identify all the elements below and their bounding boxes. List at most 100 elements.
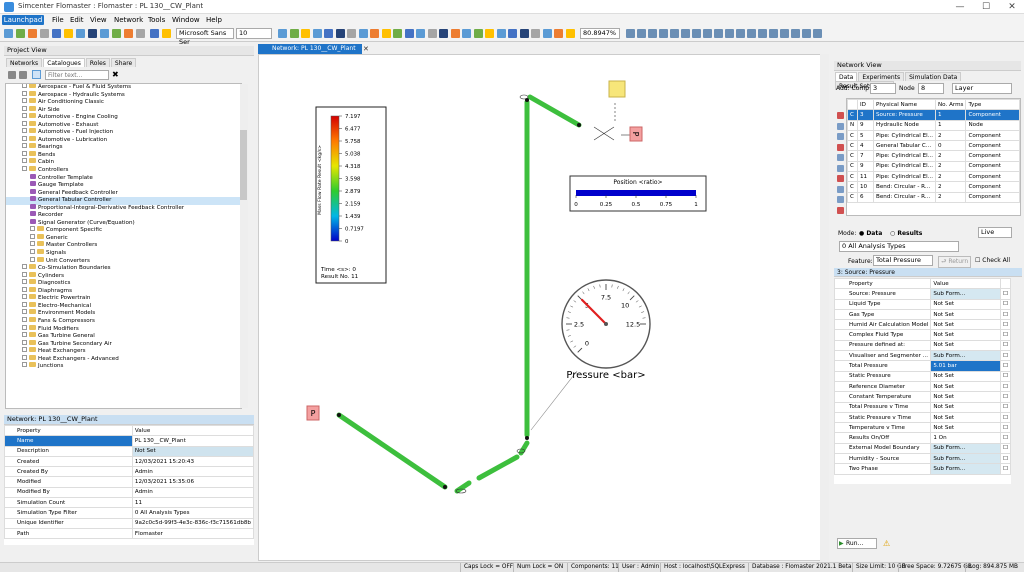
network-tool-icon[interactable] (837, 206, 844, 214)
table-row[interactable]: C 7 Pipe: Cylindrical El... 2 Component (847, 150, 1020, 162)
result-checkbox[interactable]: ☐ (999, 411, 1012, 424)
menu-view[interactable]: View (86, 15, 111, 25)
property-value[interactable]: Not Set (930, 308, 1001, 321)
close-tab-icon[interactable]: ✕ (363, 45, 369, 53)
table-row[interactable]: Description Not Set (4, 445, 255, 457)
property-value[interactable]: Sub Form... (930, 442, 1001, 455)
toolbar-button-icon[interactable] (278, 29, 287, 38)
node-combo[interactable]: 8 (918, 83, 944, 94)
table-row[interactable]: Modified 12/03/2021 15:35:06 (4, 476, 255, 488)
mode-data-radio[interactable]: ● Data (859, 230, 882, 237)
result-checkbox[interactable]: ☐ (999, 380, 1012, 393)
expand-icon[interactable] (22, 339, 27, 345)
live-combo[interactable]: Live (978, 227, 1012, 238)
pressure-gauge[interactable]: 02.557.51012.5 Pressure <bar> (561, 279, 651, 381)
tree-scrollbar-thumb[interactable] (240, 130, 247, 200)
menu-window[interactable]: Window (168, 15, 204, 25)
toolbar-button-icon[interactable] (100, 29, 109, 38)
table-row[interactable]: Humidity - Source Sub Form... ☐ (833, 453, 1012, 465)
node[interactable] (577, 123, 581, 127)
table-row[interactable]: Path Flomaster (4, 527, 255, 540)
toolbar-button-icon[interactable] (370, 29, 379, 38)
expand-icon[interactable] (22, 113, 27, 119)
property-value[interactable]: 12/03/2021 15:35:06 (131, 476, 255, 488)
table-row[interactable]: N 9 Hydraulic Node 1 Node (847, 119, 1020, 131)
table-row[interactable]: Created 12/03/2021 15:20:43 (4, 455, 255, 468)
clear-filter-icon[interactable]: ✖ (112, 70, 119, 79)
toolbar-button-icon[interactable] (40, 29, 49, 38)
property-value[interactable]: Not Set (930, 401, 1001, 413)
toolbar-button-icon[interactable] (780, 29, 789, 38)
tree-item[interactable]: Air Conditioning Classic (6, 98, 241, 107)
toolbar-button-icon[interactable] (150, 29, 159, 38)
tree-item[interactable]: Controllers (6, 166, 241, 175)
add-comp-combo[interactable]: 3 (870, 83, 896, 94)
expand-icon[interactable] (22, 301, 27, 307)
toolbar-button-icon[interactable] (335, 29, 345, 38)
tab-network-document[interactable]: Network: PL 130__CW_Plant (258, 44, 362, 54)
toolbar-button-icon[interactable] (725, 29, 734, 38)
maximize-button[interactable]: ☐ (974, 0, 998, 14)
tree-item[interactable]: Aerospace - Fuel & Fluid Systems (6, 84, 241, 92)
table-row[interactable]: Liquid Type Not Set ☐ (833, 298, 1012, 310)
table-row[interactable]: C 6 Bend: Circular - R... 2 Component (847, 191, 1020, 203)
table-row[interactable]: Temperature v Time Not Set ☐ (833, 422, 1012, 434)
expand-icon[interactable] (22, 128, 27, 134)
result-checkbox[interactable]: ☐ (999, 319, 1012, 331)
expand-icon[interactable] (22, 264, 27, 270)
network-tool-icon[interactable] (837, 122, 844, 130)
toolbar-button-icon[interactable] (813, 29, 822, 38)
table-row[interactable]: Source: Pressure Sub Form... ☐ (833, 288, 1012, 300)
analysis-type-combo[interactable]: 0 All Analysis Types (839, 241, 959, 252)
property-value[interactable]: 12/03/2021 15:20:43 (131, 455, 255, 468)
result-checkbox[interactable]: ☐ (999, 401, 1012, 413)
toolbar-button-icon[interactable] (28, 29, 37, 38)
expand-icon[interactable] (22, 347, 27, 353)
toolbar-button-icon[interactable] (16, 29, 25, 38)
toolbar-button-icon[interactable] (648, 29, 657, 38)
toolbar-button-icon[interactable] (76, 29, 85, 38)
toolbar-button-icon[interactable] (531, 29, 540, 38)
font-family-combo[interactable]: Microsoft Sans Ser (176, 28, 234, 46)
table-row[interactable]: Gas Type Not Set ☐ (833, 308, 1012, 321)
network-tool-icon[interactable] (837, 164, 844, 172)
tree-item[interactable]: Gas Turbine General (6, 332, 241, 341)
tree-item[interactable]: Electro-Mechanical (6, 301, 241, 311)
expand-icon[interactable] (22, 150, 27, 156)
table-row[interactable]: Humid Air Calculation Model Not Set ☐ (833, 319, 1012, 331)
expand-icon[interactable] (22, 354, 27, 360)
toolbar-button-icon[interactable] (162, 29, 171, 38)
toolbar-button-icon[interactable] (554, 29, 563, 38)
toolbar-button-icon[interactable] (714, 29, 723, 38)
property-value[interactable]: Admin (131, 486, 255, 499)
property-value[interactable]: Not Set (930, 380, 1001, 393)
toolbar-button-icon[interactable] (758, 29, 767, 38)
network-canvas[interactable]: P P Mass Flow Rate Result <kg/s> 7.197 6.… (258, 54, 829, 561)
expand-icon[interactable] (22, 309, 27, 315)
layer-combo[interactable]: Layer (952, 83, 1012, 94)
toolbar-button-icon[interactable] (692, 29, 701, 38)
return-button[interactable]: ⮐ Return (938, 256, 972, 268)
property-value[interactable]: 9a2c0c5d-99f3-4e3c-836c-f3c71561db8b (131, 517, 255, 529)
property-value[interactable]: Not Set (131, 445, 255, 457)
result-checkbox[interactable]: ☐ (999, 442, 1012, 455)
network-tool-icon[interactable] (837, 112, 844, 119)
expand-icon[interactable] (22, 166, 27, 172)
tree-item[interactable]: Cylinders (6, 271, 241, 281)
toolbar-button-icon[interactable] (637, 29, 646, 38)
toolbar-button-icon[interactable] (670, 29, 679, 38)
toolbar-button-icon[interactable] (659, 29, 668, 38)
tree-item[interactable]: Gauge Template (6, 181, 241, 190)
pipe-bottom-left[interactable] (336, 412, 448, 490)
expand-icon[interactable] (30, 241, 35, 247)
table-row[interactable]: Visualiser and Segmenter ... Sub Form... ☐ (833, 350, 1012, 362)
tree-item[interactable]: Automotive - Engine Cooling (6, 113, 241, 122)
tab-data[interactable]: Data (835, 72, 858, 81)
tree-item[interactable]: Electric Powertrain (6, 294, 241, 303)
result-checkbox[interactable]: ☐ (999, 370, 1012, 382)
tree-item[interactable]: Fans & Compressors (6, 316, 241, 326)
table-row[interactable]: Static Pressure Not Set ☐ (833, 370, 1012, 382)
menu-file[interactable]: File (48, 15, 68, 25)
tree-item[interactable]: General Tabular Controller (6, 196, 241, 205)
tree-item[interactable]: Automotive - Fuel Injection (6, 128, 241, 137)
